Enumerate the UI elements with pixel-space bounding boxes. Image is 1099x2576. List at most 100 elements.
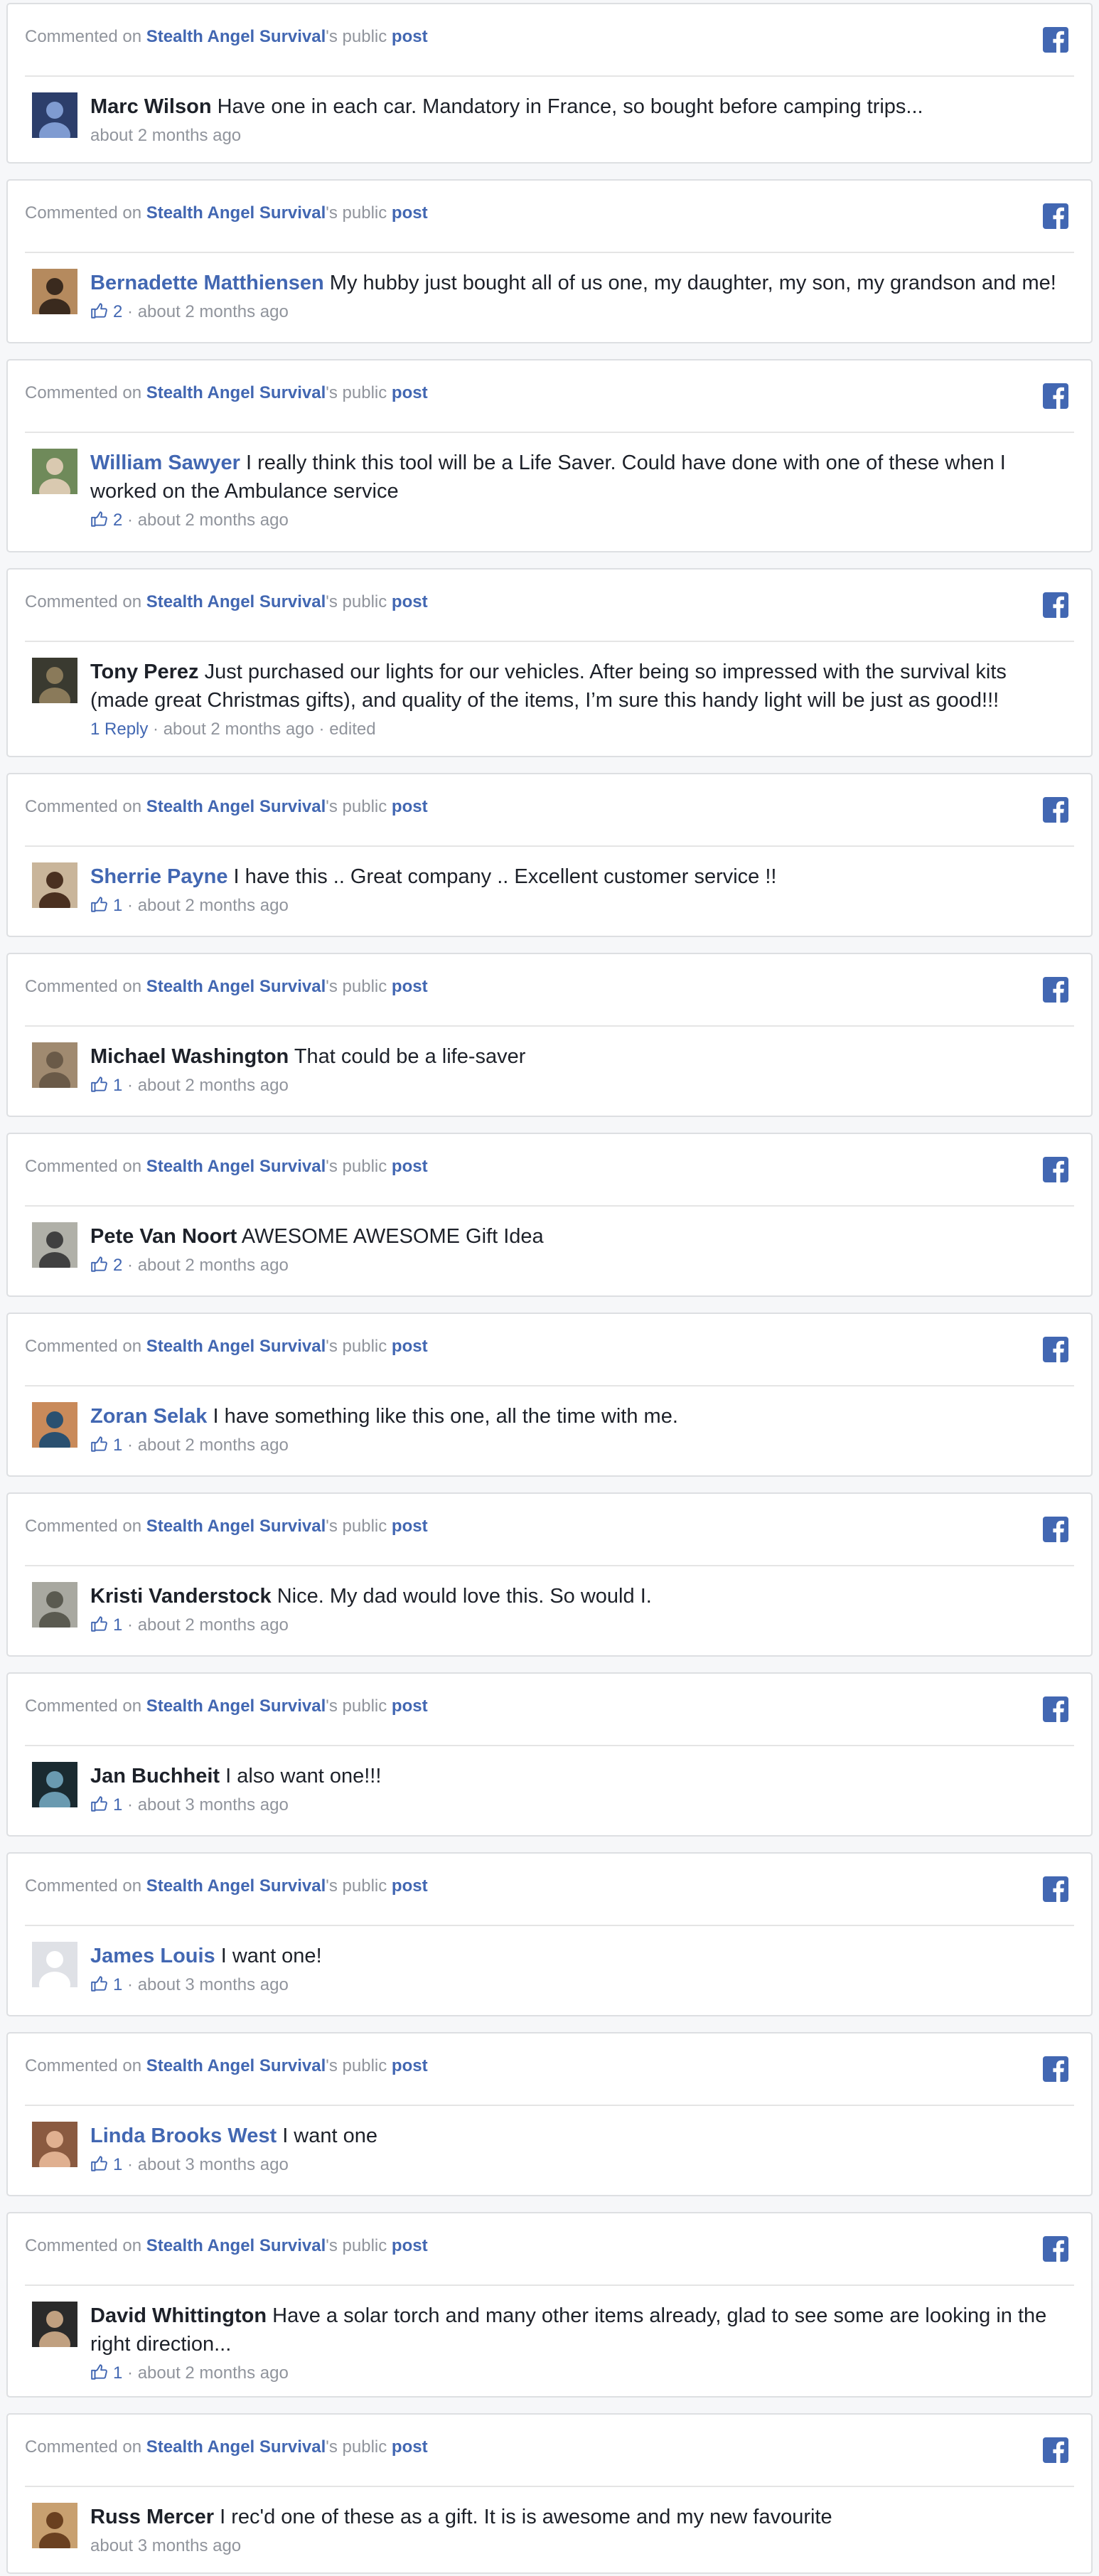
avatar[interactable] bbox=[32, 2503, 77, 2548]
page-link[interactable]: Stealth Angel Survival bbox=[146, 27, 326, 46]
facebook-icon[interactable] bbox=[1043, 1876, 1068, 1902]
comment-time[interactable]: about 2 months ago bbox=[138, 1076, 289, 1095]
post-link[interactable]: post bbox=[392, 797, 428, 816]
comment-author[interactable]: Linda Brooks West bbox=[90, 2125, 277, 2147]
comment-time[interactable]: about 2 months ago bbox=[163, 720, 314, 739]
like-button[interactable]: 1 bbox=[90, 1975, 122, 1994]
facebook-icon[interactable] bbox=[1043, 2056, 1068, 2082]
page-link[interactable]: Stealth Angel Survival bbox=[146, 2236, 326, 2255]
avatar[interactable] bbox=[32, 1042, 77, 1088]
like-button[interactable]: 2 bbox=[90, 1256, 122, 1275]
comment-author[interactable]: Zoran Selak bbox=[90, 1405, 207, 1428]
avatar[interactable] bbox=[32, 1222, 77, 1268]
post-link[interactable]: post bbox=[392, 1337, 428, 1356]
comment-author[interactable]: William Sawyer bbox=[90, 451, 240, 474]
post-link[interactable]: post bbox=[392, 1696, 428, 1716]
comment-meta: 2 · about 2 months ago bbox=[90, 300, 1060, 327]
facebook-icon[interactable] bbox=[1043, 592, 1068, 618]
comment-author[interactable]: Bernadette Matthiensen bbox=[90, 272, 324, 294]
page-link[interactable]: Stealth Angel Survival bbox=[146, 2056, 326, 2075]
page-link[interactable]: Stealth Angel Survival bbox=[146, 383, 326, 402]
page-link[interactable]: Stealth Angel Survival bbox=[146, 1696, 326, 1716]
page-link[interactable]: Stealth Angel Survival bbox=[146, 1157, 326, 1176]
comment-author[interactable]: Tony Perez bbox=[90, 661, 199, 683]
post-link[interactable]: post bbox=[392, 592, 428, 611]
comment-author[interactable]: Marc Wilson bbox=[90, 95, 212, 118]
post-link[interactable]: post bbox=[392, 1517, 428, 1536]
like-button[interactable]: 1 bbox=[90, 2155, 122, 2174]
meta-separator: · bbox=[122, 1256, 138, 1275]
page-link[interactable]: Stealth Angel Survival bbox=[146, 2437, 326, 2457]
comment-time[interactable]: about 2 months ago bbox=[138, 302, 289, 321]
page-link[interactable]: Stealth Angel Survival bbox=[146, 1517, 326, 1536]
post-link[interactable]: post bbox=[392, 1876, 428, 1896]
post-link[interactable]: post bbox=[392, 27, 428, 46]
post-link[interactable]: post bbox=[392, 2437, 428, 2457]
page-link[interactable]: Stealth Angel Survival bbox=[146, 592, 326, 611]
comment-time[interactable]: about 2 months ago bbox=[138, 896, 289, 915]
facebook-icon[interactable] bbox=[1043, 797, 1068, 823]
comment-author[interactable]: Pete Van Noort bbox=[90, 1225, 237, 1248]
like-count: 1 bbox=[113, 2363, 123, 2383]
like-button[interactable]: 1 bbox=[90, 1076, 122, 1095]
like-button[interactable]: 2 bbox=[90, 511, 122, 530]
like-button[interactable]: 1 bbox=[90, 896, 122, 915]
avatar[interactable] bbox=[32, 1402, 77, 1448]
avatar[interactable] bbox=[32, 658, 77, 703]
comment-time[interactable]: about 2 months ago bbox=[90, 126, 241, 145]
post-link[interactable]: post bbox=[392, 383, 428, 402]
facebook-icon[interactable] bbox=[1043, 1696, 1068, 1722]
comment-author[interactable]: Sherrie Payne bbox=[90, 865, 227, 888]
avatar[interactable] bbox=[32, 1582, 77, 1628]
comment-time[interactable]: about 2 months ago bbox=[138, 511, 289, 530]
comment-author[interactable]: Jan Buchheit bbox=[90, 1765, 220, 1787]
like-button[interactable]: 1 bbox=[90, 1436, 122, 1455]
facebook-icon[interactable] bbox=[1043, 977, 1068, 1003]
facebook-icon[interactable] bbox=[1043, 2437, 1068, 2463]
comment-time[interactable]: about 2 months ago bbox=[138, 1256, 289, 1275]
comment-time[interactable]: about 2 months ago bbox=[138, 1436, 289, 1455]
like-button[interactable]: 1 bbox=[90, 1795, 122, 1815]
facebook-icon[interactable] bbox=[1043, 203, 1068, 229]
facebook-icon[interactable] bbox=[1043, 2236, 1068, 2262]
avatar[interactable] bbox=[32, 2302, 77, 2347]
facebook-icon[interactable] bbox=[1043, 1157, 1068, 1182]
comment-author[interactable]: James Louis bbox=[90, 1945, 215, 1967]
comment-time[interactable]: about 3 months ago bbox=[90, 2536, 241, 2555]
comment-time[interactable]: about 2 months ago bbox=[138, 2363, 289, 2383]
comment-author[interactable]: Russ Mercer bbox=[90, 2506, 214, 2528]
post-link[interactable]: post bbox=[392, 203, 428, 223]
post-link[interactable]: post bbox=[392, 977, 428, 996]
avatar[interactable] bbox=[32, 269, 77, 314]
page-link[interactable]: Stealth Angel Survival bbox=[146, 797, 326, 816]
comment-time[interactable]: about 3 months ago bbox=[138, 1795, 289, 1815]
avatar[interactable] bbox=[32, 2122, 77, 2167]
comment-author[interactable]: David Whittington bbox=[90, 2304, 267, 2327]
post-link[interactable]: post bbox=[392, 2236, 428, 2255]
post-link[interactable]: post bbox=[392, 2056, 428, 2075]
facebook-icon[interactable] bbox=[1043, 1337, 1068, 1362]
avatar[interactable] bbox=[32, 1942, 77, 1987]
comment-time[interactable]: about 3 months ago bbox=[138, 1975, 289, 1994]
facebook-icon[interactable] bbox=[1043, 1517, 1068, 1542]
comment-author[interactable]: Michael Washington bbox=[90, 1045, 289, 1068]
thumbs-up-icon bbox=[90, 1435, 109, 1460]
like-button[interactable]: 1 bbox=[90, 2363, 122, 2383]
facebook-icon[interactable] bbox=[1043, 383, 1068, 409]
page-link[interactable]: Stealth Angel Survival bbox=[146, 203, 326, 223]
avatar[interactable] bbox=[32, 862, 77, 908]
comment-time[interactable]: about 2 months ago bbox=[138, 1615, 289, 1635]
reply-link[interactable]: 1 Reply bbox=[90, 720, 148, 739]
like-button[interactable]: 1 bbox=[90, 1615, 122, 1635]
avatar[interactable] bbox=[32, 92, 77, 138]
like-button[interactable]: 2 bbox=[90, 302, 122, 321]
page-link[interactable]: Stealth Angel Survival bbox=[146, 1876, 326, 1896]
avatar[interactable] bbox=[32, 449, 77, 494]
comment-author[interactable]: Kristi Vanderstock bbox=[90, 1585, 272, 1608]
page-link[interactable]: Stealth Angel Survival bbox=[146, 1337, 326, 1356]
page-link[interactable]: Stealth Angel Survival bbox=[146, 977, 326, 996]
avatar[interactable] bbox=[32, 1762, 77, 1807]
facebook-icon[interactable] bbox=[1043, 27, 1068, 53]
post-link[interactable]: post bbox=[392, 1157, 428, 1176]
comment-time[interactable]: about 3 months ago bbox=[138, 2155, 289, 2174]
